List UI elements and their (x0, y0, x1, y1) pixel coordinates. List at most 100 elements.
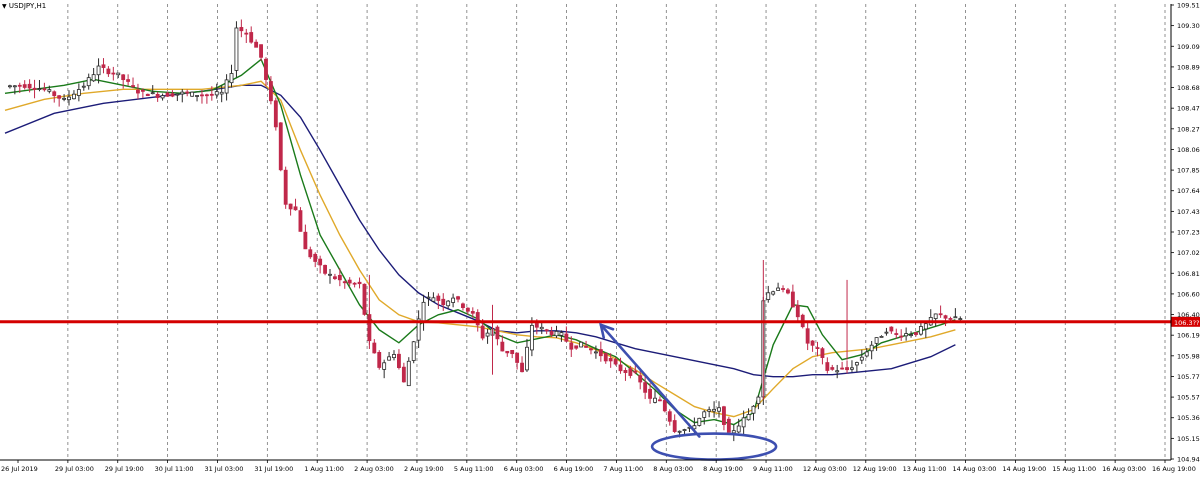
candle-body (717, 407, 721, 412)
price-tick-label: 107.435 (1177, 208, 1200, 216)
candle-body (313, 253, 318, 262)
price-tick-label: 109.305 (1177, 22, 1200, 30)
time-tick-label: 14 Aug 03:00 (953, 465, 997, 473)
candle-body (318, 258, 323, 266)
candle-body (180, 91, 185, 95)
candle-body (382, 362, 387, 370)
candle-body (495, 326, 500, 340)
candle-body (244, 32, 249, 35)
candle-body (328, 273, 332, 276)
time-tick-label: 31 Jul 19:00 (254, 465, 293, 473)
candle-body (529, 324, 534, 351)
candle-body (62, 97, 67, 100)
candle-body (662, 400, 667, 412)
candle-body (421, 301, 426, 323)
time-tick-label: 30 Jul 11:00 (155, 465, 194, 473)
annotation-ellipse (650, 432, 778, 461)
price-tick-label: 105.775 (1177, 373, 1200, 381)
annotation-arrow-shaft (599, 323, 701, 438)
time-tick-label: 2 Aug 19:00 (404, 465, 444, 473)
candle-body (12, 85, 17, 88)
candle-body (293, 206, 298, 211)
price-tick-label: 105.360 (1177, 414, 1200, 422)
candle-body (756, 396, 761, 405)
candle-body (574, 345, 579, 349)
candle-body (854, 362, 859, 366)
candle-body (751, 405, 756, 414)
candle-body (840, 367, 845, 370)
candle-body (131, 85, 135, 87)
candle-body (589, 348, 593, 351)
candle-body (815, 347, 820, 349)
candle-body (869, 344, 874, 352)
candle-body (254, 41, 259, 48)
candle-body (790, 291, 795, 308)
candle-body (923, 323, 928, 330)
candle-body (830, 367, 835, 370)
candle-body (72, 93, 76, 100)
candle-body (76, 89, 81, 96)
candle-body (914, 332, 918, 335)
candle-body (894, 333, 899, 335)
candle-body (461, 303, 465, 309)
candle-body (889, 326, 894, 332)
candle-body (47, 89, 52, 92)
candle-body (638, 375, 643, 383)
candle-body (209, 93, 214, 96)
candle-body (786, 289, 790, 294)
candle-body (805, 328, 810, 344)
chart-canvas[interactable]: 106.3?? 26 Jul 2019 29 Jul 03:00 29 Jul 19… (0, 0, 1200, 476)
price-tick-label: 106.815 (1177, 270, 1200, 278)
candle-body (101, 64, 106, 68)
candle-body (278, 122, 283, 171)
candle-body (554, 330, 559, 337)
candle-body (347, 279, 352, 284)
candle-body (204, 94, 209, 97)
time-tick-label: 5 Aug 11:00 (454, 465, 494, 473)
candle-body (106, 68, 111, 75)
candle-body (273, 100, 278, 128)
dropdown-triangle-icon[interactable]: ▼ (2, 3, 7, 10)
candle-body (618, 364, 623, 372)
candle-body (121, 74, 126, 81)
candle-body (608, 358, 613, 362)
candle-body (682, 429, 687, 431)
time-tick-label: 29 Jul 19:00 (105, 465, 144, 473)
price-chart[interactable]: 106.3?? 26 Jul 2019 29 Jul 03:00 29 Jul 19… (0, 0, 1200, 476)
candle-body (722, 406, 726, 425)
candle-body (67, 96, 71, 101)
candle-body (623, 369, 628, 374)
candle-body (126, 79, 131, 82)
candle-body (323, 264, 327, 274)
candle-body (362, 283, 367, 315)
price-tick-label: 108.890 (1177, 63, 1200, 71)
time-tick-label: 26 Jul 2019 (1, 465, 38, 473)
candle-body (598, 349, 603, 357)
candle-body (195, 95, 199, 97)
candle-body (392, 354, 396, 359)
candle-body (32, 87, 37, 90)
price-tick-label: 106.400 (1177, 311, 1200, 319)
candle-body (781, 288, 785, 290)
candle-body (859, 356, 864, 361)
candle-body (200, 94, 204, 97)
symbol-text: USDJPY,H1 (8, 2, 47, 10)
candle-body (657, 399, 662, 402)
candle-body (57, 95, 62, 99)
candle-body (825, 362, 830, 371)
candle-body (884, 331, 889, 334)
candle-body (766, 292, 771, 300)
candle-body (741, 417, 746, 428)
candle-body (593, 351, 598, 354)
candle-body (918, 326, 923, 335)
candle-body (17, 84, 22, 87)
candle-body (795, 304, 800, 318)
candle-body (633, 370, 638, 373)
candle-body (726, 418, 731, 433)
candle-body (52, 91, 57, 97)
candle-body (648, 388, 652, 399)
candle-body (465, 307, 470, 312)
candle-body (948, 318, 953, 320)
candle-body (672, 420, 677, 432)
candle-body (86, 77, 91, 87)
